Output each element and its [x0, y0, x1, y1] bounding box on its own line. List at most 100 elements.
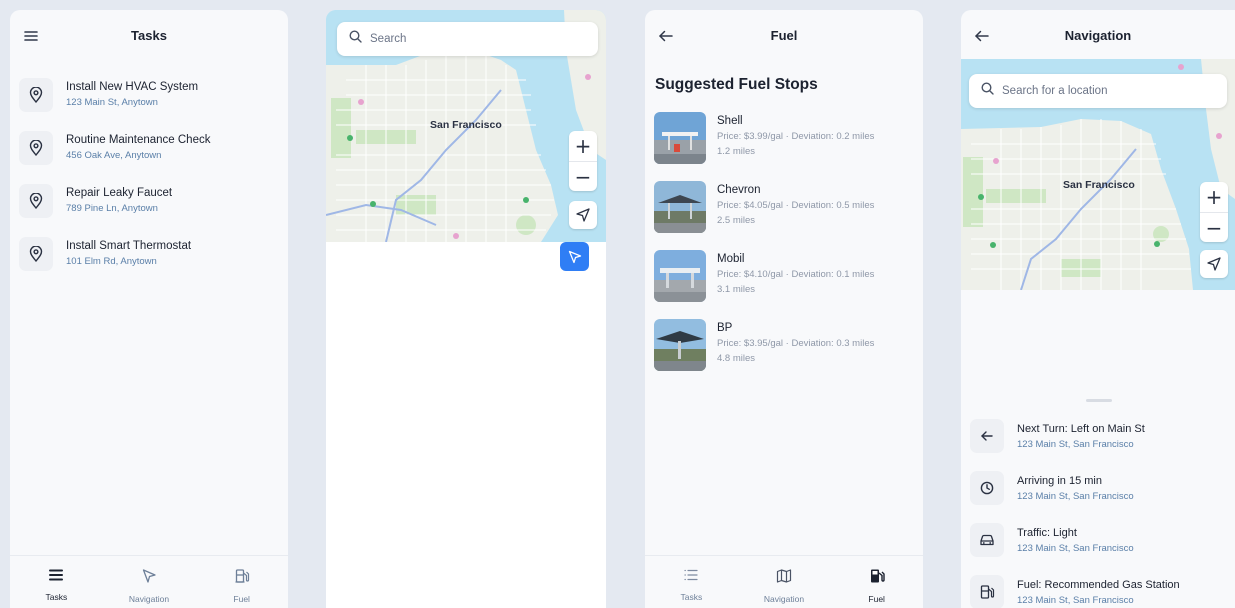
map-pin-icon	[19, 236, 53, 271]
gas-station-photo	[654, 319, 706, 371]
tab-label: Tasks	[680, 592, 703, 602]
task-address: 123 Main St, Anytown	[66, 97, 158, 108]
item-address: 123 Main St, San Francisco	[1017, 490, 1134, 502]
search-bar[interactable]: Search	[337, 22, 598, 56]
gas-station-photo	[654, 181, 706, 233]
page-title: Fuel	[770, 28, 798, 43]
zoom-out-button[interactable]: −	[1200, 212, 1228, 242]
navigation-header: Navigation	[961, 10, 1235, 60]
locate-button[interactable]	[1200, 250, 1228, 278]
zoom-out-button[interactable]: −	[569, 161, 597, 191]
item-address: 123 Main St, San Francisco	[1017, 438, 1134, 450]
list-item[interactable]: Arriving in 15 min 123 Main St, San Fran…	[970, 462, 1226, 514]
station-details: Price: $3.99/gal · Deviation: 0.2 miles	[717, 131, 875, 142]
list-item[interactable]: Next Turn: Left on Main St 123 Main St, …	[970, 410, 1226, 462]
fuel-screen: Fuel Suggested Fuel Stops Shell Price: $…	[645, 10, 923, 608]
tab-fuel[interactable]: Fuel	[195, 556, 288, 608]
start-navigation-button[interactable]	[560, 242, 589, 271]
map-pin-icon	[19, 183, 53, 218]
list-icon	[48, 568, 64, 587]
tab-label: Navigation	[128, 594, 170, 604]
gas-station-photo	[654, 250, 706, 302]
clock-icon	[970, 471, 1004, 505]
list-item[interactable]: Traffic: Light 123 Main St, San Francisc…	[970, 514, 1226, 566]
navigation-arrow-icon	[568, 250, 581, 263]
zoom-in-button[interactable]: +	[1200, 182, 1228, 212]
list-icon	[683, 568, 699, 587]
search-icon	[981, 82, 994, 100]
station-name: Chevron	[717, 184, 761, 196]
map-pin-icon	[19, 77, 53, 112]
gas-station-photo	[654, 112, 706, 164]
task-item[interactable]: Routine Maintenance Check 456 Oak Ave, A…	[19, 121, 279, 174]
tab-fuel[interactable]: Fuel	[830, 556, 923, 608]
task-item[interactable]: Repair Leaky Faucet 789 Pine Ln, Anytown	[19, 174, 279, 227]
station-details: Price: $3.95/gal · Deviation: 0.3 miles	[717, 338, 875, 349]
station-item[interactable]: Chevron Price: $4.05/gal · Deviation: 0.…	[654, 181, 914, 250]
task-title: Routine Maintenance Check	[66, 134, 211, 146]
city-label: San Francisco	[430, 119, 502, 131]
task-address: 789 Pine Ln, Anytown	[66, 203, 158, 214]
station-item[interactable]: Shell Price: $3.99/gal · Deviation: 0.2 …	[654, 112, 914, 181]
tasks-header: Tasks	[10, 10, 288, 60]
tab-label: Fuel	[233, 594, 250, 604]
fuel-pump-icon	[869, 568, 885, 589]
page-title: Navigation	[1064, 28, 1132, 43]
bottom-tab-bar: Tasks Navigation Fuel	[645, 555, 923, 608]
location-arrow-icon	[1207, 257, 1221, 271]
list-item[interactable]: Fuel: Recommended Gas Station 123 Main S…	[970, 566, 1226, 608]
drag-handle[interactable]	[1086, 399, 1112, 402]
arrow-left-icon	[970, 419, 1004, 453]
tasks-screen: Tasks Install New HVAC System 123 Main S…	[10, 10, 288, 608]
zoom-in-button[interactable]: +	[569, 131, 597, 161]
task-title: Repair Leaky Faucet	[66, 187, 173, 199]
zoom-controls: + −	[569, 131, 597, 191]
bottom-tab-bar: Tasks Navigation Fuel	[10, 555, 288, 608]
station-name: Shell	[717, 115, 743, 127]
item-title: Next Turn: Left on Main St	[1017, 422, 1145, 435]
search-input[interactable]: Search	[370, 33, 406, 45]
location-search-bar[interactable]: Search for a location	[969, 74, 1227, 108]
task-title: Install Smart Thermostat	[66, 240, 192, 252]
item-address: 123 Main St, San Francisco	[1017, 542, 1134, 554]
search-icon	[349, 30, 362, 48]
item-title: Traffic: Light	[1017, 526, 1077, 539]
task-address: 456 Oak Ave, Anytown	[66, 150, 162, 161]
item-title: Arriving in 15 min	[1017, 474, 1102, 487]
navigation-screen: Navigation San Francisco Search for a lo…	[961, 10, 1235, 608]
tab-label: Fuel	[868, 594, 885, 604]
map-pin-icon	[19, 130, 53, 165]
car-icon	[970, 523, 1004, 557]
station-distance: 2.5 miles	[717, 215, 756, 226]
station-distance: 1.2 miles	[717, 146, 756, 157]
tab-tasks[interactable]: Tasks	[10, 556, 103, 608]
station-name: BP	[717, 322, 733, 334]
fuel-station-list: Shell Price: $3.99/gal · Deviation: 0.2 …	[654, 112, 914, 388]
task-title: Install New HVAC System	[66, 81, 199, 93]
fuel-pump-icon	[234, 568, 250, 589]
task-item[interactable]: Install Smart Thermostat 101 Elm Rd, Any…	[19, 227, 279, 280]
page-title: Tasks	[131, 28, 167, 43]
tab-navigation[interactable]: Navigation	[103, 556, 196, 608]
station-details: Price: $4.10/gal · Deviation: 0.1 miles	[717, 269, 875, 280]
search-input[interactable]: Search for a location	[1002, 85, 1107, 97]
station-distance: 4.8 miles	[717, 353, 756, 364]
fuel-header: Fuel	[645, 10, 923, 60]
tab-label: Navigation	[763, 594, 805, 604]
station-distance: 3.1 miles	[717, 284, 756, 295]
task-address: 101 Elm Rd, Anytown	[66, 256, 157, 267]
item-address: 123 Main St, San Francisco	[1017, 594, 1134, 606]
locate-button[interactable]	[569, 201, 597, 229]
tab-label: Tasks	[45, 592, 68, 602]
city-label: San Francisco	[1063, 179, 1135, 191]
station-item[interactable]: BP Price: $3.95/gal · Deviation: 0.3 mil…	[654, 319, 914, 388]
location-arrow-icon	[576, 208, 590, 222]
navigation-arrow-icon	[141, 568, 157, 589]
task-item[interactable]: Install New HVAC System 123 Main St, Any…	[19, 68, 279, 121]
section-heading: Suggested Fuel Stops	[655, 76, 818, 93]
station-item[interactable]: Mobil Price: $4.10/gal · Deviation: 0.1 …	[654, 250, 914, 319]
tab-tasks[interactable]: Tasks	[645, 556, 738, 608]
navigation-info-list: Next Turn: Left on Main St 123 Main St, …	[970, 410, 1226, 608]
tab-navigation[interactable]: Navigation	[738, 556, 831, 608]
map-icon	[776, 568, 792, 589]
